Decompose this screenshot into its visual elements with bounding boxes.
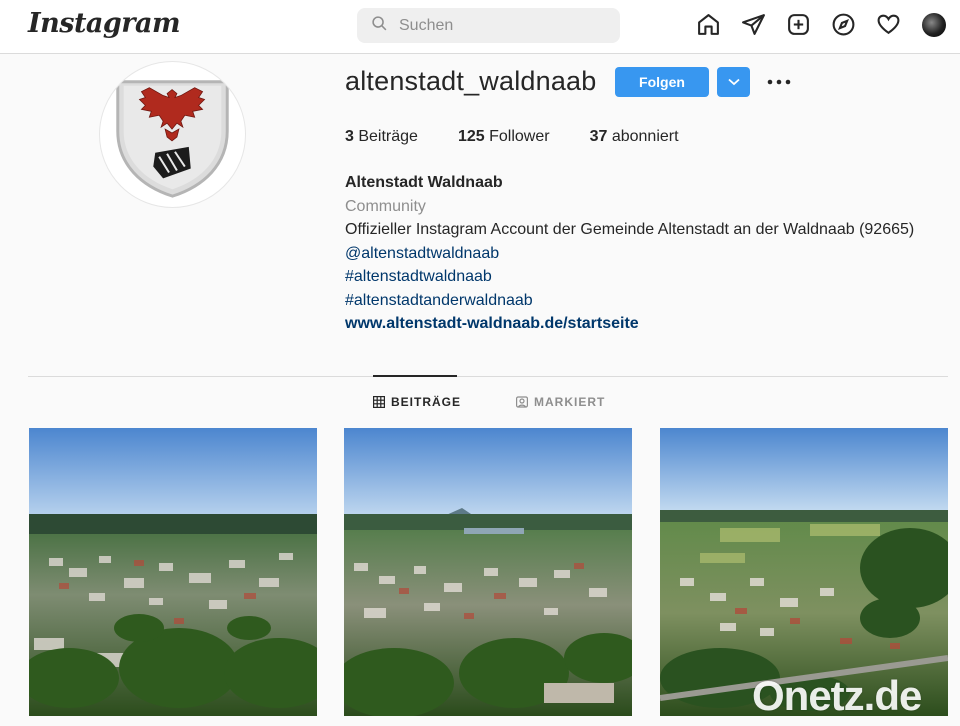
tagged-icon bbox=[516, 396, 528, 408]
aerial-town-photo bbox=[29, 428, 317, 716]
new-post-icon[interactable] bbox=[786, 12, 811, 37]
stat-label: abonniert bbox=[611, 128, 679, 145]
profile-picture[interactable] bbox=[99, 61, 246, 208]
watermark-text: Onetz.de bbox=[752, 672, 922, 719]
profile-username: altenstadt_waldnaab bbox=[345, 66, 597, 96]
followers-count-stat[interactable]: 125 Follower bbox=[458, 128, 550, 146]
chevron-down-icon bbox=[727, 78, 740, 86]
suggestions-dropdown-button[interactable] bbox=[717, 67, 750, 97]
search-box[interactable]: Suchen bbox=[357, 8, 620, 43]
search-placeholder[interactable]: Suchen bbox=[399, 17, 453, 35]
heart-icon[interactable] bbox=[876, 12, 901, 37]
tab-label: MARKIERT bbox=[534, 395, 606, 409]
mention-link[interactable]: @altenstadtwaldnaab bbox=[345, 242, 914, 266]
more-icon bbox=[767, 79, 791, 85]
options-button[interactable] bbox=[766, 70, 792, 94]
posts-count-stat: 3 Beiträge bbox=[345, 128, 418, 146]
hashtag-link[interactable]: #altenstadtanderwaldnaab bbox=[345, 289, 914, 313]
tab-posts[interactable]: BEITRÄGE bbox=[373, 395, 461, 409]
profile-full-name: Altenstadt Waldnaab bbox=[345, 174, 503, 191]
follow-button[interactable]: Folgen bbox=[615, 67, 709, 97]
active-tab-indicator bbox=[373, 375, 457, 377]
stat-count: 125 bbox=[457, 128, 485, 145]
website-link[interactable]: www.altenstadt-waldnaab.de/startseite bbox=[345, 312, 914, 336]
stat-count: 3 bbox=[345, 128, 354, 145]
home-icon[interactable] bbox=[696, 12, 721, 37]
profile-category: Community bbox=[345, 197, 426, 215]
profile-bio-text: Offizieller Instagram Account der Gemein… bbox=[345, 221, 915, 238]
instagram-logo[interactable]: Instagram bbox=[28, 8, 181, 39]
profile-stats: 3 Beiträge 125 Follower 37 abonniert bbox=[345, 128, 719, 146]
tab-tagged[interactable]: MARKIERT bbox=[516, 395, 605, 409]
aerial-town-photo bbox=[344, 428, 632, 716]
tab-label: BEITRÄGE bbox=[391, 395, 462, 409]
stat-count: 37 bbox=[589, 128, 608, 145]
post-thumbnail[interactable] bbox=[29, 428, 317, 716]
following-count-stat[interactable]: 37 abonniert bbox=[590, 128, 679, 146]
explore-icon[interactable] bbox=[831, 12, 856, 37]
grid-icon bbox=[373, 396, 385, 408]
post-thumbnail[interactable] bbox=[344, 428, 632, 716]
top-navigation-bar: Instagram Suchen bbox=[0, 0, 960, 54]
direct-icon[interactable] bbox=[741, 12, 766, 37]
search-icon bbox=[371, 15, 388, 37]
profile-avatar-icon[interactable] bbox=[921, 12, 946, 37]
coat-of-arms-image bbox=[116, 80, 229, 198]
stat-label: Follower bbox=[489, 128, 550, 145]
stat-label: Beiträge bbox=[358, 128, 418, 145]
profile-bio: Altenstadt Waldnaab Community Offizielle… bbox=[345, 171, 914, 336]
hashtag-link[interactable]: #altenstadtwaldnaab bbox=[345, 265, 914, 289]
section-divider bbox=[28, 376, 948, 377]
nav-icons bbox=[696, 12, 946, 37]
